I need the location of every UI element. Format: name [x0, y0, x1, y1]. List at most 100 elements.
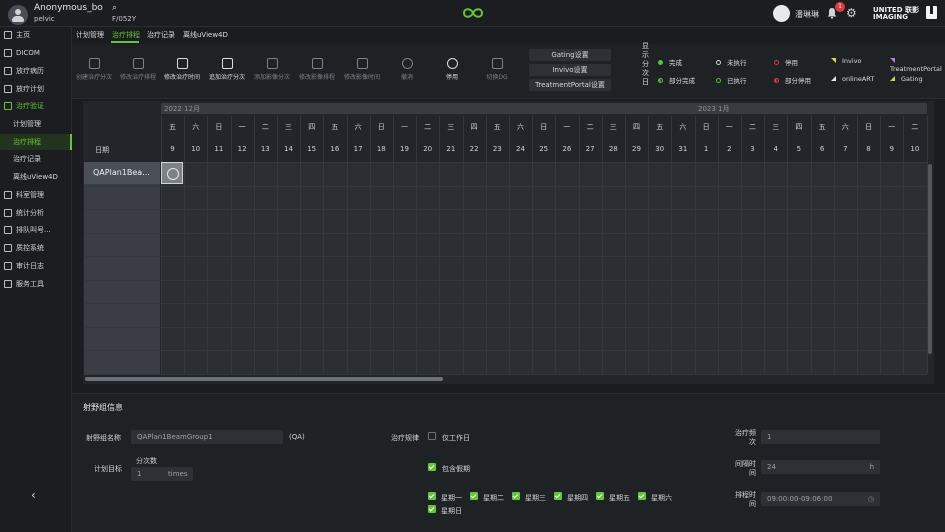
day-cell[interactable]: 17 — [347, 145, 370, 153]
tuesday-checkbox[interactable] — [470, 492, 478, 500]
wednesday-checkbox[interactable] — [512, 492, 520, 500]
sidebar-item-stats[interactable]: 统计分析 — [0, 205, 72, 221]
day-cell[interactable]: 7 — [834, 145, 857, 153]
grid-col-line — [416, 116, 418, 374]
legend-onlineart: onlineART — [831, 75, 874, 83]
edit-image-schedule-button[interactable]: 修改影像排程 — [295, 58, 339, 81]
sidebar-sub-uview4d[interactable]: 离线uView4D — [0, 169, 72, 185]
frequency-field[interactable]: 1 — [761, 430, 880, 444]
gating-settings-button[interactable]: Gating设置 — [529, 49, 611, 61]
day-cell[interactable]: 18 — [370, 145, 393, 153]
group-name-field[interactable]: QAPlan1BeamGroup1 — [131, 430, 283, 444]
add-fraction-button[interactable]: 追加治疗分次 — [205, 58, 249, 81]
day-cell[interactable]: 30 — [648, 145, 671, 153]
grid-col-line — [694, 116, 696, 374]
day-cell[interactable]: 25 — [532, 145, 555, 153]
sidebar-item-audit[interactable]: 审计日志 — [0, 258, 72, 274]
thursday-checkbox[interactable] — [554, 492, 562, 500]
day-cell[interactable]: 21 — [439, 145, 462, 153]
day-cell[interactable]: 10 — [184, 145, 207, 153]
sunday-checkbox[interactable] — [428, 505, 436, 513]
day-cell[interactable]: 9 — [161, 145, 184, 153]
day-cell[interactable]: 23 — [486, 145, 509, 153]
home-icon — [4, 31, 12, 39]
day-cell[interactable]: 20 — [416, 145, 439, 153]
day-cell[interactable]: 2 — [718, 145, 741, 153]
sidebar-item-plan[interactable]: 放疗计划 — [0, 81, 72, 97]
tools-icon — [4, 280, 12, 288]
search-icon[interactable]: ⌕ — [112, 3, 117, 13]
fractions-field[interactable]: 1 times — [131, 467, 193, 481]
sidebar-sub-treatment-record[interactable]: 治疗记录 — [0, 151, 72, 167]
edit-image-time-button[interactable]: 修改影像时间 — [340, 58, 384, 81]
day-cell[interactable]: 31 — [671, 145, 694, 153]
interval-field[interactable]: 24 h — [761, 460, 880, 474]
create-fraction-button[interactable]: 创建治疗分次 — [72, 58, 116, 81]
sidebar-item-queue[interactable]: 排队叫号... — [0, 222, 72, 238]
day-cell[interactable]: 22 — [463, 145, 486, 153]
tab-treatment-record[interactable]: 治疗记录 — [147, 30, 175, 40]
sidebar-item-home[interactable]: 主页 — [0, 27, 72, 43]
calendar-cells[interactable] — [161, 162, 927, 374]
tab-schedule[interactable]: 治疗排程 — [112, 30, 140, 40]
weekday-cell: 一 — [725, 123, 733, 131]
grid-col-line — [161, 116, 162, 374]
saturday-checkbox[interactable] — [638, 492, 646, 500]
thursday-label: 星期四 — [567, 494, 588, 502]
treatmentportal-settings-button[interactable]: TreatmentPortal设置 — [529, 79, 611, 91]
sidebar-item-verify[interactable]: 治疗验证 — [0, 98, 72, 114]
queue-icon — [4, 226, 12, 234]
monday-checkbox[interactable] — [428, 492, 436, 500]
legend-partial-disabled: 部分停用 — [774, 75, 811, 85]
edit-schedule-button[interactable]: 修改治疗排程 — [116, 58, 160, 81]
day-cell[interactable]: 24 — [509, 145, 532, 153]
user-avatar[interactable] — [773, 5, 790, 22]
vertical-scrollbar[interactable] — [928, 164, 932, 354]
clock-icon[interactable]: ◷ — [868, 492, 874, 506]
sidebar-sub-plan-mgmt[interactable]: 计划管理 — [0, 116, 72, 132]
disable-button[interactable]: 停用 — [430, 58, 474, 81]
sidebar-item-dicom[interactable]: DICOM — [0, 45, 72, 61]
invivo-settings-button[interactable]: Invivo设置 — [529, 64, 611, 76]
day-cell[interactable]: 13 — [254, 145, 277, 153]
switch-dg-button[interactable]: 切换DG — [475, 58, 519, 81]
friday-checkbox[interactable] — [596, 492, 604, 500]
workday-only-checkbox[interactable] — [428, 432, 436, 440]
horizontal-scrollbar[interactable] — [85, 377, 443, 381]
day-cell[interactable]: 5 — [787, 145, 810, 153]
day-cell[interactable]: 16 — [323, 145, 346, 153]
day-cell[interactable]: 4 — [764, 145, 787, 153]
day-cell[interactable]: 1 — [695, 145, 718, 153]
day-cell[interactable]: 29 — [625, 145, 648, 153]
avatar[interactable] — [8, 5, 28, 25]
day-cell[interactable]: 27 — [579, 145, 602, 153]
include-holiday-checkbox[interactable] — [428, 463, 436, 471]
sidebar-sub-schedule[interactable]: 治疗排程 — [0, 134, 72, 150]
day-cell[interactable]: 26 — [555, 145, 578, 153]
day-cell[interactable]: 6 — [811, 145, 834, 153]
day-cell[interactable]: 9 — [880, 145, 903, 153]
schedule-time-field[interactable]: 09:00:00-09:06:00 ◷ — [761, 492, 880, 506]
tab-plan-mgmt[interactable]: 计划管理 — [76, 30, 104, 40]
sidebar-item-qc[interactable]: 质控系统 — [0, 240, 72, 256]
day-cell[interactable]: 15 — [300, 145, 323, 153]
sidebar-item-records[interactable]: 放疗病历 — [0, 63, 72, 79]
day-cell[interactable]: 10 — [903, 145, 926, 153]
day-cell[interactable]: 28 — [602, 145, 625, 153]
gear-icon[interactable]: ⚙ — [846, 7, 857, 19]
plan-row-name[interactable]: QAPlan1Bea... — [84, 162, 160, 184]
day-cell[interactable]: 11 — [207, 145, 230, 153]
tab-uview4d[interactable]: 离线uView4D — [183, 30, 228, 40]
sidebar-item-dept[interactable]: 科室管理 — [0, 187, 72, 203]
selected-fraction-cell[interactable] — [161, 162, 183, 184]
sidebar-item-tools[interactable]: 服务工具 — [0, 276, 72, 292]
day-cell[interactable]: 19 — [393, 145, 416, 153]
undo-button[interactable]: 撤消 — [385, 58, 429, 81]
edit-treatment-time-button[interactable]: 修改治疗时间 — [160, 58, 204, 81]
add-image-fraction-button[interactable]: 添加影像分次 — [250, 58, 294, 81]
day-cell[interactable]: 12 — [231, 145, 254, 153]
day-cell[interactable]: 14 — [277, 145, 300, 153]
day-cell[interactable]: 8 — [857, 145, 880, 153]
day-cell[interactable]: 3 — [741, 145, 764, 153]
collapse-sidebar-icon[interactable]: ‹ — [31, 488, 36, 502]
